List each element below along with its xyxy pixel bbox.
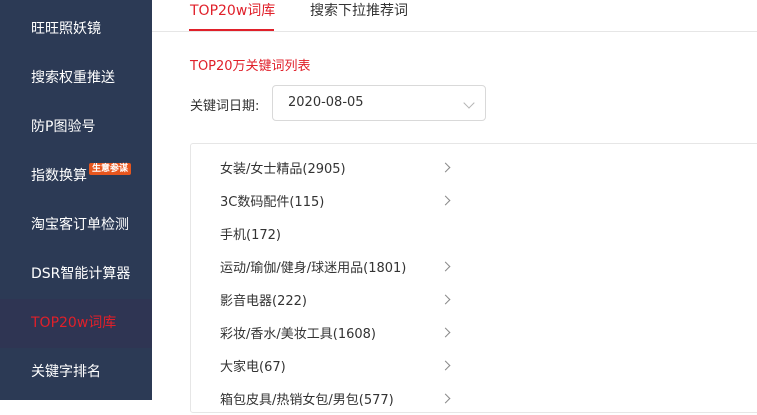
chevron-right-icon bbox=[440, 327, 451, 338]
category-label: 大家电(67) bbox=[220, 360, 286, 375]
sidebar-item-label: DSR智能计算器 bbox=[31, 266, 131, 282]
sidebar-item-taoke-order-check[interactable]: 淘宝客订单检测 bbox=[0, 201, 152, 250]
tab-search-dropdown[interactable]: 搜索下拉推荐词 bbox=[310, 0, 408, 22]
sidebar-item-label: 指数换算 bbox=[31, 168, 87, 184]
category-label: 影音电器(222) bbox=[220, 294, 307, 309]
list-item[interactable]: 女装/女士精品(2905) bbox=[220, 151, 460, 184]
list-item[interactable]: 影音电器(222) bbox=[220, 283, 460, 316]
list-item[interactable]: 3C数码配件(115) bbox=[220, 184, 460, 217]
sidebar-item-keyword-ranking[interactable]: 关键字排名 bbox=[0, 348, 152, 397]
date-label: 关键词日期: bbox=[190, 99, 260, 114]
category-label: 彩妆/香水/美妆工具(1608) bbox=[220, 327, 376, 342]
sidebar-item-label: 防P图验号 bbox=[31, 119, 96, 135]
list-item[interactable]: 运动/瑜伽/健身/球迷用品(1801) bbox=[220, 250, 460, 283]
category-list: 女装/女士精品(2905) 3C数码配件(115) 手机(172) 运动/瑜伽/… bbox=[190, 143, 757, 413]
active-tab-indicator bbox=[189, 29, 274, 31]
sidebar-item-anti-p-verify[interactable]: 防P图验号 bbox=[0, 103, 152, 152]
sidebar-item-label: TOP20w词库 bbox=[31, 315, 117, 331]
chevron-right-icon bbox=[440, 261, 451, 272]
sidebar-item-index-convert[interactable]: 指数换算 bbox=[0, 152, 152, 201]
chevron-down-icon bbox=[463, 97, 475, 109]
sidebar-item-label: 搜索权重推送 bbox=[31, 70, 115, 86]
chevron-right-icon bbox=[440, 162, 451, 173]
chevron-right-icon bbox=[440, 360, 451, 371]
tab-top20w-lexicon[interactable]: TOP20w词库 bbox=[190, 0, 275, 22]
category-label: 运动/瑜伽/健身/球迷用品(1801) bbox=[220, 261, 407, 276]
list-item[interactable]: 大家电(67) bbox=[220, 349, 460, 382]
chevron-right-icon bbox=[440, 294, 451, 305]
sidebar-item-wangwang-mirror[interactable]: 旺旺照妖镜 bbox=[0, 5, 152, 54]
list-item[interactable]: 箱包皮具/热销女包/男包(577) bbox=[220, 382, 460, 415]
category-label: 3C数码配件(115) bbox=[220, 195, 325, 210]
date-value: 2020-08-05 bbox=[288, 95, 364, 110]
list-item[interactable]: 彩妆/香水/美妆工具(1608) bbox=[220, 316, 460, 349]
date-select[interactable]: 2020-08-05 bbox=[272, 85, 486, 121]
category-label: 手机(172) bbox=[220, 228, 281, 243]
sidebar-item-label: 淘宝客订单检测 bbox=[31, 217, 129, 233]
sidebar-item-search-weight-push[interactable]: 搜索权重推送 bbox=[0, 54, 152, 103]
sidebar-item-top20w-lexicon[interactable]: TOP20w词库 bbox=[0, 299, 152, 348]
tab-bar: TOP20w词库 搜索下拉推荐词 bbox=[152, 0, 757, 32]
section-title: TOP20万关键词列表 bbox=[190, 59, 311, 74]
sidebar-item-label: 旺旺照妖镜 bbox=[31, 21, 101, 37]
sidebar-item-label: 关键字排名 bbox=[31, 364, 101, 380]
sidebar: 旺旺照妖镜 搜索权重推送 防P图验号 指数换算 生意参谋 淘宝客订单检测 DSR… bbox=[0, 0, 152, 400]
chevron-right-icon bbox=[440, 393, 451, 404]
chevron-right-icon bbox=[440, 195, 451, 206]
list-item[interactable]: 手机(172) bbox=[220, 217, 460, 250]
category-label: 女装/女士精品(2905) bbox=[220, 162, 346, 177]
category-label: 箱包皮具/热销女包/男包(577) bbox=[220, 393, 394, 408]
sidebar-item-dsr-calculator[interactable]: DSR智能计算器 bbox=[0, 250, 152, 299]
business-advisor-badge: 生意参谋 bbox=[89, 163, 132, 175]
